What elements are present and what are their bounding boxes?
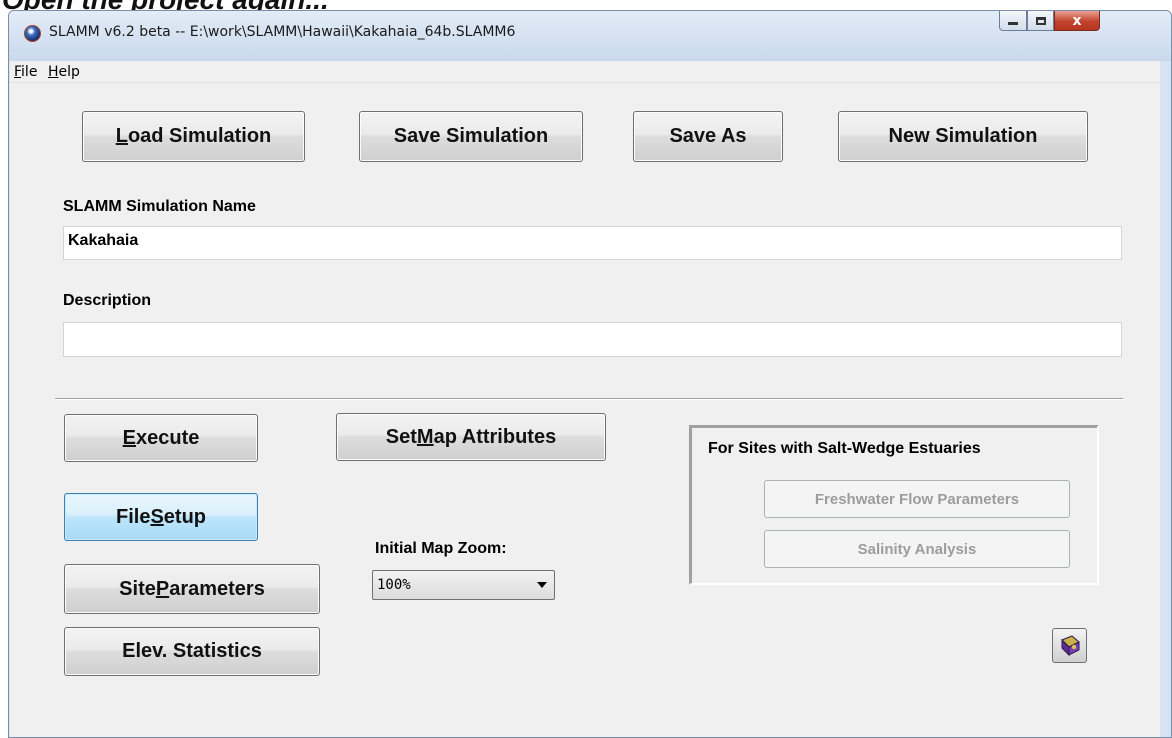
simulation-name-input[interactable]: Kakahaia [63,226,1122,260]
site-params-pre: Site [119,577,156,600]
file-setup-label: etup [163,505,206,528]
file-setup-button[interactable]: File Setup [64,493,258,541]
execute-button[interactable]: Execute [64,414,258,462]
save-simulation-button[interactable]: Save Simulation [359,111,583,162]
save-as-button[interactable]: Save As [633,111,783,162]
file-setup-pre: File [115,505,151,528]
site-params-accel: P [155,577,170,600]
maximize-button[interactable] [1027,11,1054,31]
description-label: Description [63,292,152,309]
minimize-icon [1008,22,1018,25]
salt-wedge-group-title: For Sites with Salt-Wedge Estuaries [708,440,981,457]
menu-file-label: ile [21,64,38,80]
menu-help-accel: H [48,64,59,80]
file-setup-accel: S [150,505,164,528]
close-icon: x [1072,12,1082,29]
zoom-selected-value: 100% [377,577,411,593]
help-book-glyph [1060,634,1080,656]
load-label: oad Simulation [127,125,272,147]
load-simulation-button[interactable]: Load Simulation [82,111,305,162]
site-parameters-button[interactable]: Site Parameters [64,564,320,614]
close-button[interactable]: x [1054,11,1100,31]
window-title: SLAMM v6.2 beta -- E:\work\SLAMM\Hawaii\… [49,24,516,40]
load-accel: L [115,125,128,147]
set-map-label: ap Attributes [433,425,557,448]
title-bar[interactable]: SLAMM v6.2 beta -- E:\work\SLAMM\Hawaii\… [9,11,1171,61]
set-map-attributes-button[interactable]: Set Map Attributes [336,413,606,461]
menu-help-label: elp [58,64,80,80]
site-params-label: arameters [169,577,265,600]
minimize-button[interactable] [999,11,1027,31]
chevron-down-icon [537,582,547,588]
execute-accel: E [122,426,136,449]
elev-statistics-button[interactable]: Elev. Statistics [64,627,320,676]
salinity-analysis-button[interactable]: Salinity Analysis [764,530,1070,568]
menu-help[interactable]: Help [48,64,80,80]
help-book-icon[interactable] [1052,628,1087,663]
execute-label: xecute [135,426,200,449]
new-simulation-button[interactable]: New Simulation [838,111,1088,162]
description-input[interactable] [63,322,1122,357]
separator [55,398,1123,400]
menu-file-accel: F [14,64,22,80]
set-map-pre: Set [385,425,417,448]
set-map-accel: M [416,425,434,448]
simulation-name-label: SLAMM Simulation Name [63,198,256,215]
freshwater-flow-parameters-button[interactable]: Freshwater Flow Parameters [764,480,1070,518]
menu-bar: File Help [10,61,1160,83]
globe-icon[interactable] [24,25,41,42]
menu-file[interactable]: File [14,64,37,80]
initial-map-zoom-label: Initial Map Zoom: [375,540,507,557]
maximize-icon [1035,16,1046,25]
initial-map-zoom-select[interactable]: 100% [372,570,555,600]
